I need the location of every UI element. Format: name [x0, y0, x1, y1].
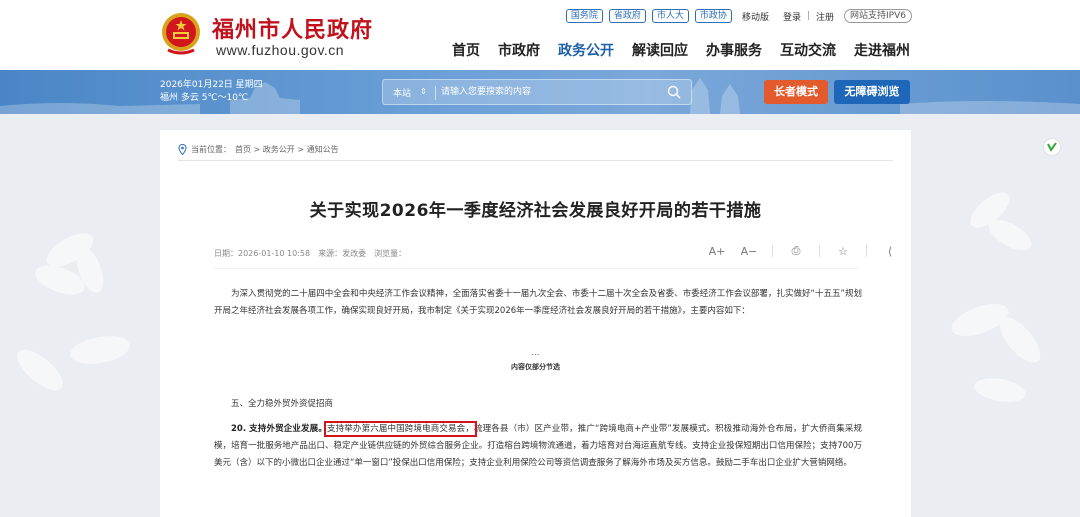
article-source: 来源：发改委: [318, 249, 367, 258]
link-state-council[interactable]: 国务院: [565, 9, 603, 23]
mobile-version-link[interactable]: 移动版: [742, 10, 769, 23]
weather: 福州 多云 5℃～10℃: [160, 93, 249, 103]
tool-divider: [819, 245, 820, 257]
divider: [214, 268, 858, 269]
sort-arrows-icon[interactable]: ⇕: [420, 87, 427, 96]
font-decrease-icon[interactable]: A−: [740, 245, 758, 258]
location-pin-icon: [178, 144, 187, 155]
breadcrumb-label: 当前位置：: [191, 145, 231, 154]
site-header: 福州市人民政府 www.fuzhou.gov.cn 国务院 省政府 市人大 市政…: [0, 0, 1080, 70]
share-icon[interactable]: ⟨: [881, 245, 899, 258]
publish-date: 日期：2026-01-10 10:58: [214, 249, 311, 258]
link-provincial-government[interactable]: 省政府: [608, 9, 646, 23]
search-divider: [435, 86, 436, 100]
tool-divider: [772, 245, 773, 257]
article-meta: 日期：2026-01-10 10:58 来源：发改委 浏览量：: [214, 248, 406, 259]
nav-public-affairs[interactable]: 政务公开: [558, 40, 614, 60]
search-input[interactable]: [441, 83, 661, 101]
link-municipal-congress[interactable]: 市人大: [651, 9, 689, 23]
nav-services[interactable]: 办事服务: [706, 40, 762, 60]
link-cppcc[interactable]: 市政协: [694, 9, 732, 23]
check-icon: [1047, 142, 1057, 152]
site-url[interactable]: www.fuzhou.gov.cn: [216, 42, 344, 58]
nav-government[interactable]: 市政府: [498, 40, 540, 60]
top-links: 国务院 省政府 市人大 市政协 移动版 登录 | 注册 网站支持IPV6: [565, 9, 912, 23]
article-card: 当前位置： 首页 > 政务公开 > 通知公告 关于实现2026年一季度经济社会发…: [160, 130, 911, 517]
search-bar: 本站 ⇕: [382, 79, 692, 105]
current-date: 2026年01月22日 星期四: [160, 80, 263, 90]
nav-interpretation[interactable]: 解读回应: [632, 40, 688, 60]
print-icon[interactable]: ⎙: [787, 244, 805, 258]
excerpt-note: 内容仅部分节选: [511, 363, 560, 371]
favorite-icon[interactable]: ☆: [834, 245, 852, 258]
national-emblem-icon: [162, 13, 200, 55]
date-weather: 2026年01月22日 星期四 福州 多云 5℃～10℃: [160, 79, 263, 105]
nav-home[interactable]: 首页: [452, 40, 480, 60]
ipv6-badge: 网站支持IPV6: [844, 9, 912, 23]
font-increase-icon[interactable]: A+: [708, 245, 726, 258]
breadcrumb: 当前位置： 首页 > 政务公开 > 通知公告: [178, 144, 339, 155]
article-title: 关于实现2026年一季度经济社会发展良好开局的若干措施: [309, 201, 762, 221]
side-tool-icon[interactable]: [1044, 139, 1060, 155]
intro-paragraph: 为深入贯彻党的二十届四中全会和中央经济工作会议精神，全面落实省委十一届九次全会、…: [214, 289, 862, 316]
separator: |: [806, 11, 811, 21]
section-heading: 五、全力稳外贸外资促招商: [231, 399, 334, 409]
divider: [178, 160, 893, 161]
register-link[interactable]: 注册: [816, 10, 834, 23]
search-icon[interactable]: [667, 85, 681, 99]
item-paragraph: 20. 支持外贸企业发展。支持举办第六届中国跨境电商交易会，梳理各县（市）区产业…: [214, 421, 862, 472]
tool-divider: [866, 245, 867, 257]
banner: 2026年01月22日 星期四 福州 多云 5℃～10℃ 本站 ⇕ 长者模式 无…: [0, 70, 1080, 114]
search-scope-select[interactable]: 本站: [393, 86, 411, 99]
accessible-browse-button[interactable]: 无障碍浏览: [834, 80, 910, 104]
main-nav: 首页 市政府 政务公开 解读回应 办事服务 互动交流 走进福州: [452, 40, 910, 60]
floral-decoration: [17, 233, 130, 391]
breadcrumb-path[interactable]: 首页 > 政务公开 > 通知公告: [235, 144, 339, 155]
highlighted-text: 支持举办第六届中国跨境电商交易会，: [323, 421, 477, 437]
nav-about-fuzhou[interactable]: 走进福州: [854, 40, 910, 60]
view-count: 浏览量：: [374, 249, 407, 258]
floral-decoration: [951, 192, 1041, 402]
login-link[interactable]: 登录: [783, 10, 801, 23]
ellipsis: …: [531, 348, 540, 357]
article-tools: A+ A− ⎙ ☆ ⟨: [708, 244, 899, 258]
site-name[interactable]: 福州市人民政府: [212, 12, 373, 44]
elder-mode-button[interactable]: 长者模式: [764, 80, 828, 104]
nav-interaction[interactable]: 互动交流: [780, 40, 836, 60]
item-heading: 20. 支持外贸企业发展。: [231, 424, 327, 434]
